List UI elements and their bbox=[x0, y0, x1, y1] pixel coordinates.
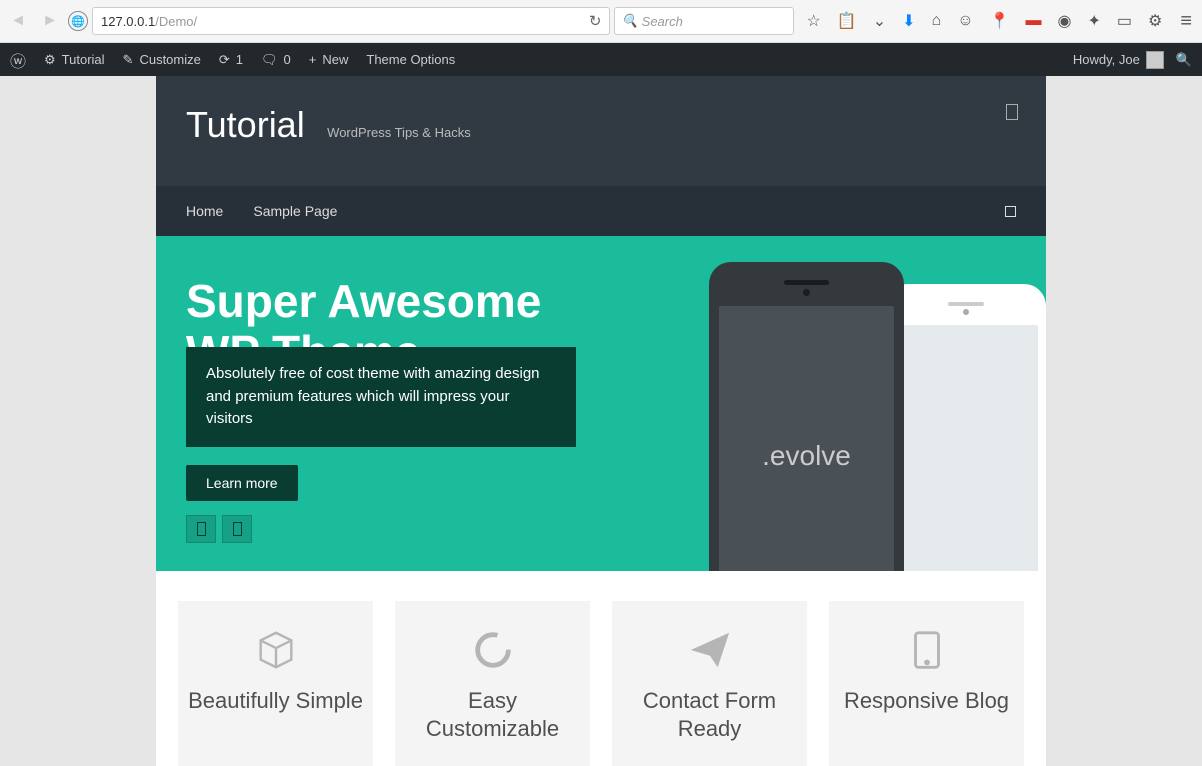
phone-light bbox=[886, 284, 1046, 571]
refresh-icon[interactable]: ↻ bbox=[589, 12, 602, 30]
avatar bbox=[1146, 51, 1164, 69]
site-name-link[interactable]: ⚙Tutorial bbox=[44, 52, 105, 68]
site-header: Tutorial WordPress Tips & Hacks bbox=[156, 76, 1046, 186]
wp-logo[interactable]: ⓦ bbox=[10, 48, 26, 72]
phone-screen-text: .evolve bbox=[719, 306, 894, 571]
new-link[interactable]: +New bbox=[309, 52, 349, 67]
spinner-icon bbox=[405, 625, 580, 675]
theme-options-link[interactable]: Theme Options bbox=[366, 52, 455, 67]
browser-toolbar: ◄ ► 🌐 127.0.0.1/Demo/ ↻ 🔍 Search ☆ 📋 ⌄ ⬇… bbox=[0, 0, 1202, 43]
slider-prev-button[interactable] bbox=[186, 515, 216, 543]
card-icon[interactable]: ▭ bbox=[1117, 11, 1132, 31]
learn-more-button[interactable]: Learn more bbox=[186, 465, 298, 501]
circle-icon[interactable]: ◉ bbox=[1057, 11, 1071, 31]
hero-description: Absolutely free of cost theme with amazi… bbox=[186, 347, 576, 447]
url-path: /Demo/ bbox=[155, 14, 197, 29]
feature-simple[interactable]: Beautifully Simple bbox=[178, 601, 373, 766]
bookmark-star-icon[interactable]: ☆ bbox=[806, 11, 820, 31]
feature-contact[interactable]: Contact Form Ready bbox=[612, 601, 807, 766]
primary-nav: Home Sample Page bbox=[156, 186, 1046, 236]
nav-home[interactable]: Home bbox=[186, 203, 223, 219]
search-placeholder: Search bbox=[642, 14, 683, 29]
pocket-icon[interactable]: ⌄ bbox=[873, 11, 886, 31]
page-body: Tutorial WordPress Tips & Hacks Home Sam… bbox=[0, 76, 1202, 766]
feature-responsive[interactable]: Responsive Blog bbox=[829, 601, 1024, 766]
hero-slider: Super Awesome WP Theme Absolutely free o… bbox=[156, 236, 1046, 571]
site-tagline: WordPress Tips & Hacks bbox=[327, 125, 471, 140]
feature-customizable[interactable]: Easy Customizable bbox=[395, 601, 590, 766]
wp-admin-bar: ⓦ ⚙Tutorial ✎Customize ⟳1 🗨0 +New Theme … bbox=[0, 43, 1202, 76]
slider-next-button[interactable] bbox=[222, 515, 252, 543]
header-widget-icon[interactable] bbox=[1006, 104, 1018, 120]
customize-link[interactable]: ✎Customize bbox=[123, 52, 201, 68]
phone-dark: .evolve bbox=[709, 262, 904, 571]
search-icon[interactable]: 🔍 bbox=[1176, 52, 1192, 68]
back-button[interactable]: ◄ bbox=[4, 7, 32, 35]
feature-title: Responsive Blog bbox=[839, 687, 1014, 715]
nav-expand-icon[interactable] bbox=[1005, 206, 1016, 217]
gear-icon[interactable]: ⚙ bbox=[1148, 11, 1162, 31]
hero-phones-graphic: .evolve bbox=[709, 262, 1046, 571]
flag-icon[interactable]: ▬ bbox=[1025, 12, 1041, 30]
feature-title: Beautifully Simple bbox=[188, 687, 363, 715]
howdy-user[interactable]: Howdy, Joe bbox=[1073, 51, 1164, 69]
paper-plane-icon bbox=[622, 625, 797, 675]
home-icon[interactable]: ⌂ bbox=[932, 12, 942, 30]
tablet-icon bbox=[839, 625, 1014, 675]
site-identity-icon[interactable]: 🌐 bbox=[68, 11, 88, 31]
downloads-icon[interactable]: ⬇ bbox=[902, 11, 915, 31]
site-title[interactable]: Tutorial bbox=[186, 104, 305, 146]
browser-search[interactable]: 🔍 Search bbox=[614, 7, 794, 35]
comments-link[interactable]: 🗨0 bbox=[261, 52, 291, 68]
feature-title: Easy Customizable bbox=[405, 687, 580, 742]
nav-sample-page[interactable]: Sample Page bbox=[253, 203, 337, 219]
cube-icon bbox=[188, 625, 363, 675]
smiley-icon[interactable]: ☺ bbox=[957, 12, 973, 30]
hamburger-menu-icon[interactable]: ≡ bbox=[1174, 10, 1198, 33]
url-bar[interactable]: 127.0.0.1/Demo/ ↻ bbox=[92, 7, 610, 35]
toolbar-icons: ☆ 📋 ⌄ ⬇ ⌂ ☺ 📍 ▬ ◉ ✦ ▭ ⚙ bbox=[798, 11, 1170, 31]
forward-button: ► bbox=[36, 7, 64, 35]
clipboard-icon[interactable]: 📋 bbox=[837, 11, 857, 31]
updates-link[interactable]: ⟳1 bbox=[219, 52, 243, 68]
pin-icon[interactable]: 📍 bbox=[990, 11, 1010, 31]
url-host: 127.0.0.1 bbox=[101, 14, 155, 29]
feature-boxes: Beautifully Simple Easy Customizable Con… bbox=[156, 571, 1046, 766]
search-icon: 🔍 bbox=[621, 13, 637, 29]
paw-icon[interactable]: ✦ bbox=[1087, 11, 1100, 31]
feature-title: Contact Form Ready bbox=[622, 687, 797, 742]
